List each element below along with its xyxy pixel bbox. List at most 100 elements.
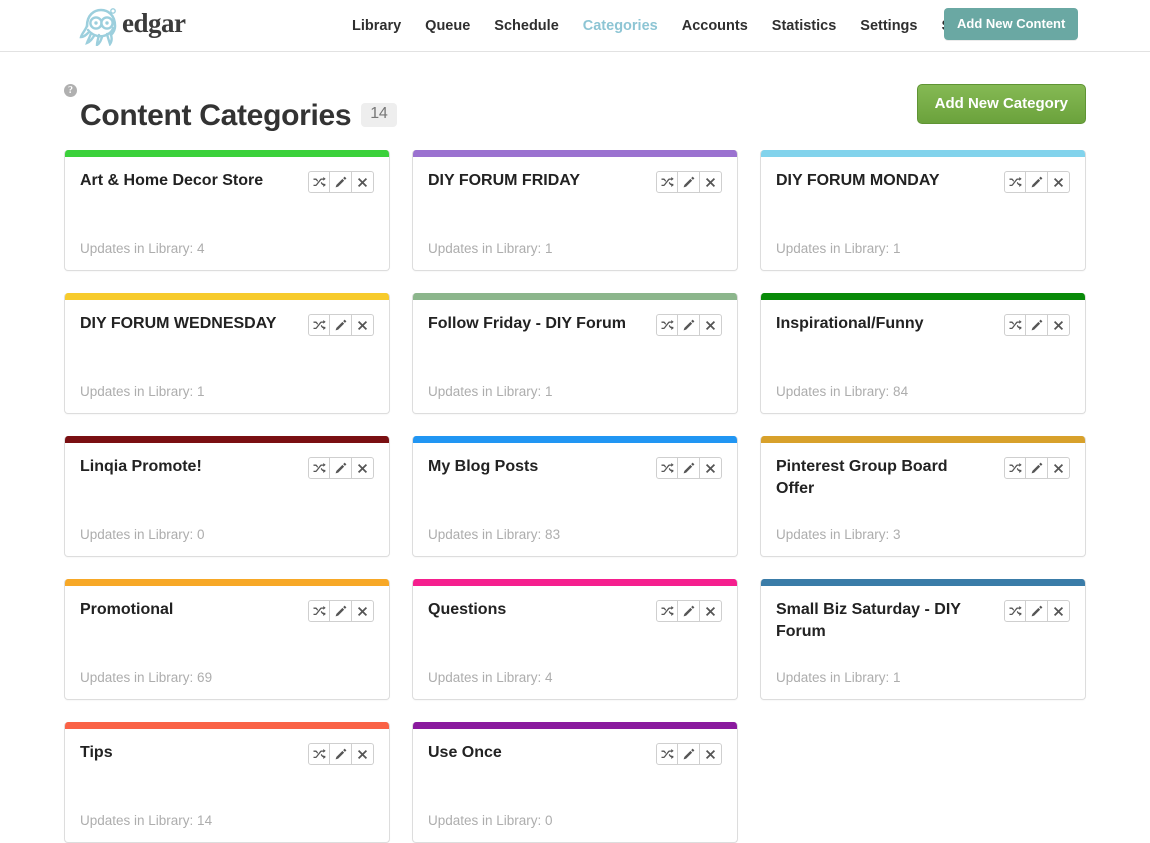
delete-icon-button[interactable] xyxy=(700,314,722,336)
shuffle-icon-button[interactable] xyxy=(308,743,330,765)
category-actions xyxy=(656,743,722,765)
top-navigation-bar: edgar Library Queue Schedule Categories … xyxy=(0,0,1150,52)
delete-icon-button[interactable] xyxy=(352,314,374,336)
shuffle-icon-button[interactable] xyxy=(308,171,330,193)
delete-icon-button[interactable] xyxy=(352,457,374,479)
category-updates-count: Updates in Library: 0 xyxy=(428,813,553,828)
category-color-stripe xyxy=(761,293,1085,300)
edit-icon-button[interactable] xyxy=(1026,171,1048,193)
category-card-body: Follow Friday - DIY Forum Updates in Libr… xyxy=(413,300,737,413)
close-icon xyxy=(357,320,368,331)
category-color-stripe xyxy=(65,579,389,586)
category-name: Pinterest Group Board Offer xyxy=(776,458,948,497)
shuffle-icon-button[interactable] xyxy=(1004,314,1026,336)
category-actions xyxy=(656,171,722,193)
category-name: Questions xyxy=(428,601,507,618)
edit-icon-button[interactable] xyxy=(678,457,700,479)
close-icon xyxy=(1053,606,1064,617)
shuffle-icon-button[interactable] xyxy=(308,314,330,336)
category-updates-count: Updates in Library: 1 xyxy=(776,241,901,256)
add-new-category-button[interactable]: Add New Category xyxy=(916,84,1086,124)
shuffle-icon xyxy=(1008,605,1022,618)
pencil-icon xyxy=(683,462,695,474)
page-header: ? Content Categories 14 Add New Category xyxy=(0,76,1150,150)
edit-icon-button[interactable] xyxy=(678,171,700,193)
shuffle-icon-button[interactable] xyxy=(1004,171,1026,193)
category-color-stripe xyxy=(413,436,737,443)
pencil-icon xyxy=(683,319,695,331)
nav-item-accounts[interactable]: Accounts xyxy=(670,18,760,34)
brand-logo[interactable]: edgar xyxy=(78,2,186,48)
shuffle-icon-button[interactable] xyxy=(308,457,330,479)
category-name: Art & Home Decor Store xyxy=(80,172,264,189)
category-actions xyxy=(656,457,722,479)
delete-icon-button[interactable] xyxy=(352,743,374,765)
edit-icon-button[interactable] xyxy=(1026,600,1048,622)
edit-icon-button[interactable] xyxy=(678,314,700,336)
shuffle-icon-button[interactable] xyxy=(1004,600,1026,622)
category-actions xyxy=(308,457,374,479)
nav-item-library[interactable]: Library xyxy=(340,18,413,34)
category-name: Promotional xyxy=(80,601,174,618)
delete-icon-button[interactable] xyxy=(700,457,722,479)
delete-icon-button[interactable] xyxy=(1048,457,1070,479)
delete-icon-button[interactable] xyxy=(700,171,722,193)
shuffle-icon-button[interactable] xyxy=(656,743,678,765)
category-card: Linqia Promote! Updates in Library: 0 xyxy=(64,436,390,557)
delete-icon-button[interactable] xyxy=(352,171,374,193)
shuffle-icon-button[interactable] xyxy=(656,314,678,336)
edit-icon-button[interactable] xyxy=(330,171,352,193)
shuffle-icon-button[interactable] xyxy=(656,600,678,622)
delete-icon-button[interactable] xyxy=(700,600,722,622)
nav-item-categories[interactable]: Categories xyxy=(571,18,670,34)
delete-icon-button[interactable] xyxy=(1048,600,1070,622)
shuffle-icon-button[interactable] xyxy=(656,457,678,479)
nav-item-settings[interactable]: Settings xyxy=(848,18,929,34)
pencil-icon xyxy=(1031,462,1043,474)
edit-icon-button[interactable] xyxy=(330,314,352,336)
nav-item-statistics[interactable]: Statistics xyxy=(760,18,848,34)
shuffle-icon-button[interactable] xyxy=(656,171,678,193)
category-updates-count: Updates in Library: 1 xyxy=(428,241,553,256)
edit-icon-button[interactable] xyxy=(678,600,700,622)
category-name: Use Once xyxy=(428,744,502,761)
edit-icon-button[interactable] xyxy=(330,457,352,479)
delete-icon-button[interactable] xyxy=(1048,314,1070,336)
category-color-stripe xyxy=(65,722,389,729)
category-card: DIY FORUM WEDNESDAY Updates in Library: 1 xyxy=(64,293,390,414)
shuffle-icon xyxy=(660,462,674,475)
pencil-icon xyxy=(683,605,695,617)
category-actions xyxy=(308,743,374,765)
category-card: Tips Updates in Library: 14 xyxy=(64,722,390,843)
shuffle-icon-button[interactable] xyxy=(1004,457,1026,479)
shuffle-icon-button[interactable] xyxy=(308,600,330,622)
delete-icon-button[interactable] xyxy=(700,743,722,765)
category-color-stripe xyxy=(761,436,1085,443)
close-icon xyxy=(357,177,368,188)
edit-icon-button[interactable] xyxy=(330,600,352,622)
close-icon xyxy=(705,463,716,474)
category-updates-count: Updates in Library: 4 xyxy=(428,670,553,685)
delete-icon-button[interactable] xyxy=(1048,171,1070,193)
nav-item-schedule[interactable]: Schedule xyxy=(482,18,570,34)
category-card-body: Tips Updates in Library: 14 xyxy=(65,729,389,842)
help-icon[interactable]: ? xyxy=(64,84,77,97)
category-card: Small Biz Saturday - DIY Forum Updates in… xyxy=(760,579,1086,700)
delete-icon-button[interactable] xyxy=(352,600,374,622)
nav-item-queue[interactable]: Queue xyxy=(413,18,482,34)
category-card-body: DIY FORUM WEDNESDAY Updates in Library: 1 xyxy=(65,300,389,413)
category-name: Small Biz Saturday - DIY Forum xyxy=(776,601,961,640)
shuffle-icon xyxy=(660,319,674,332)
add-new-content-button[interactable]: Add New Content xyxy=(944,8,1079,40)
edit-icon-button[interactable] xyxy=(1026,314,1048,336)
category-actions xyxy=(308,600,374,622)
category-actions xyxy=(1004,171,1070,193)
edit-icon-button[interactable] xyxy=(1026,457,1048,479)
pencil-icon xyxy=(335,748,347,760)
category-card: Promotional Updates in Library: 69 xyxy=(64,579,390,700)
edit-icon-button[interactable] xyxy=(678,743,700,765)
category-name: DIY FORUM WEDNESDAY xyxy=(80,315,277,332)
category-updates-count: Updates in Library: 83 xyxy=(428,527,561,542)
edit-icon-button[interactable] xyxy=(330,743,352,765)
category-actions xyxy=(308,314,374,336)
